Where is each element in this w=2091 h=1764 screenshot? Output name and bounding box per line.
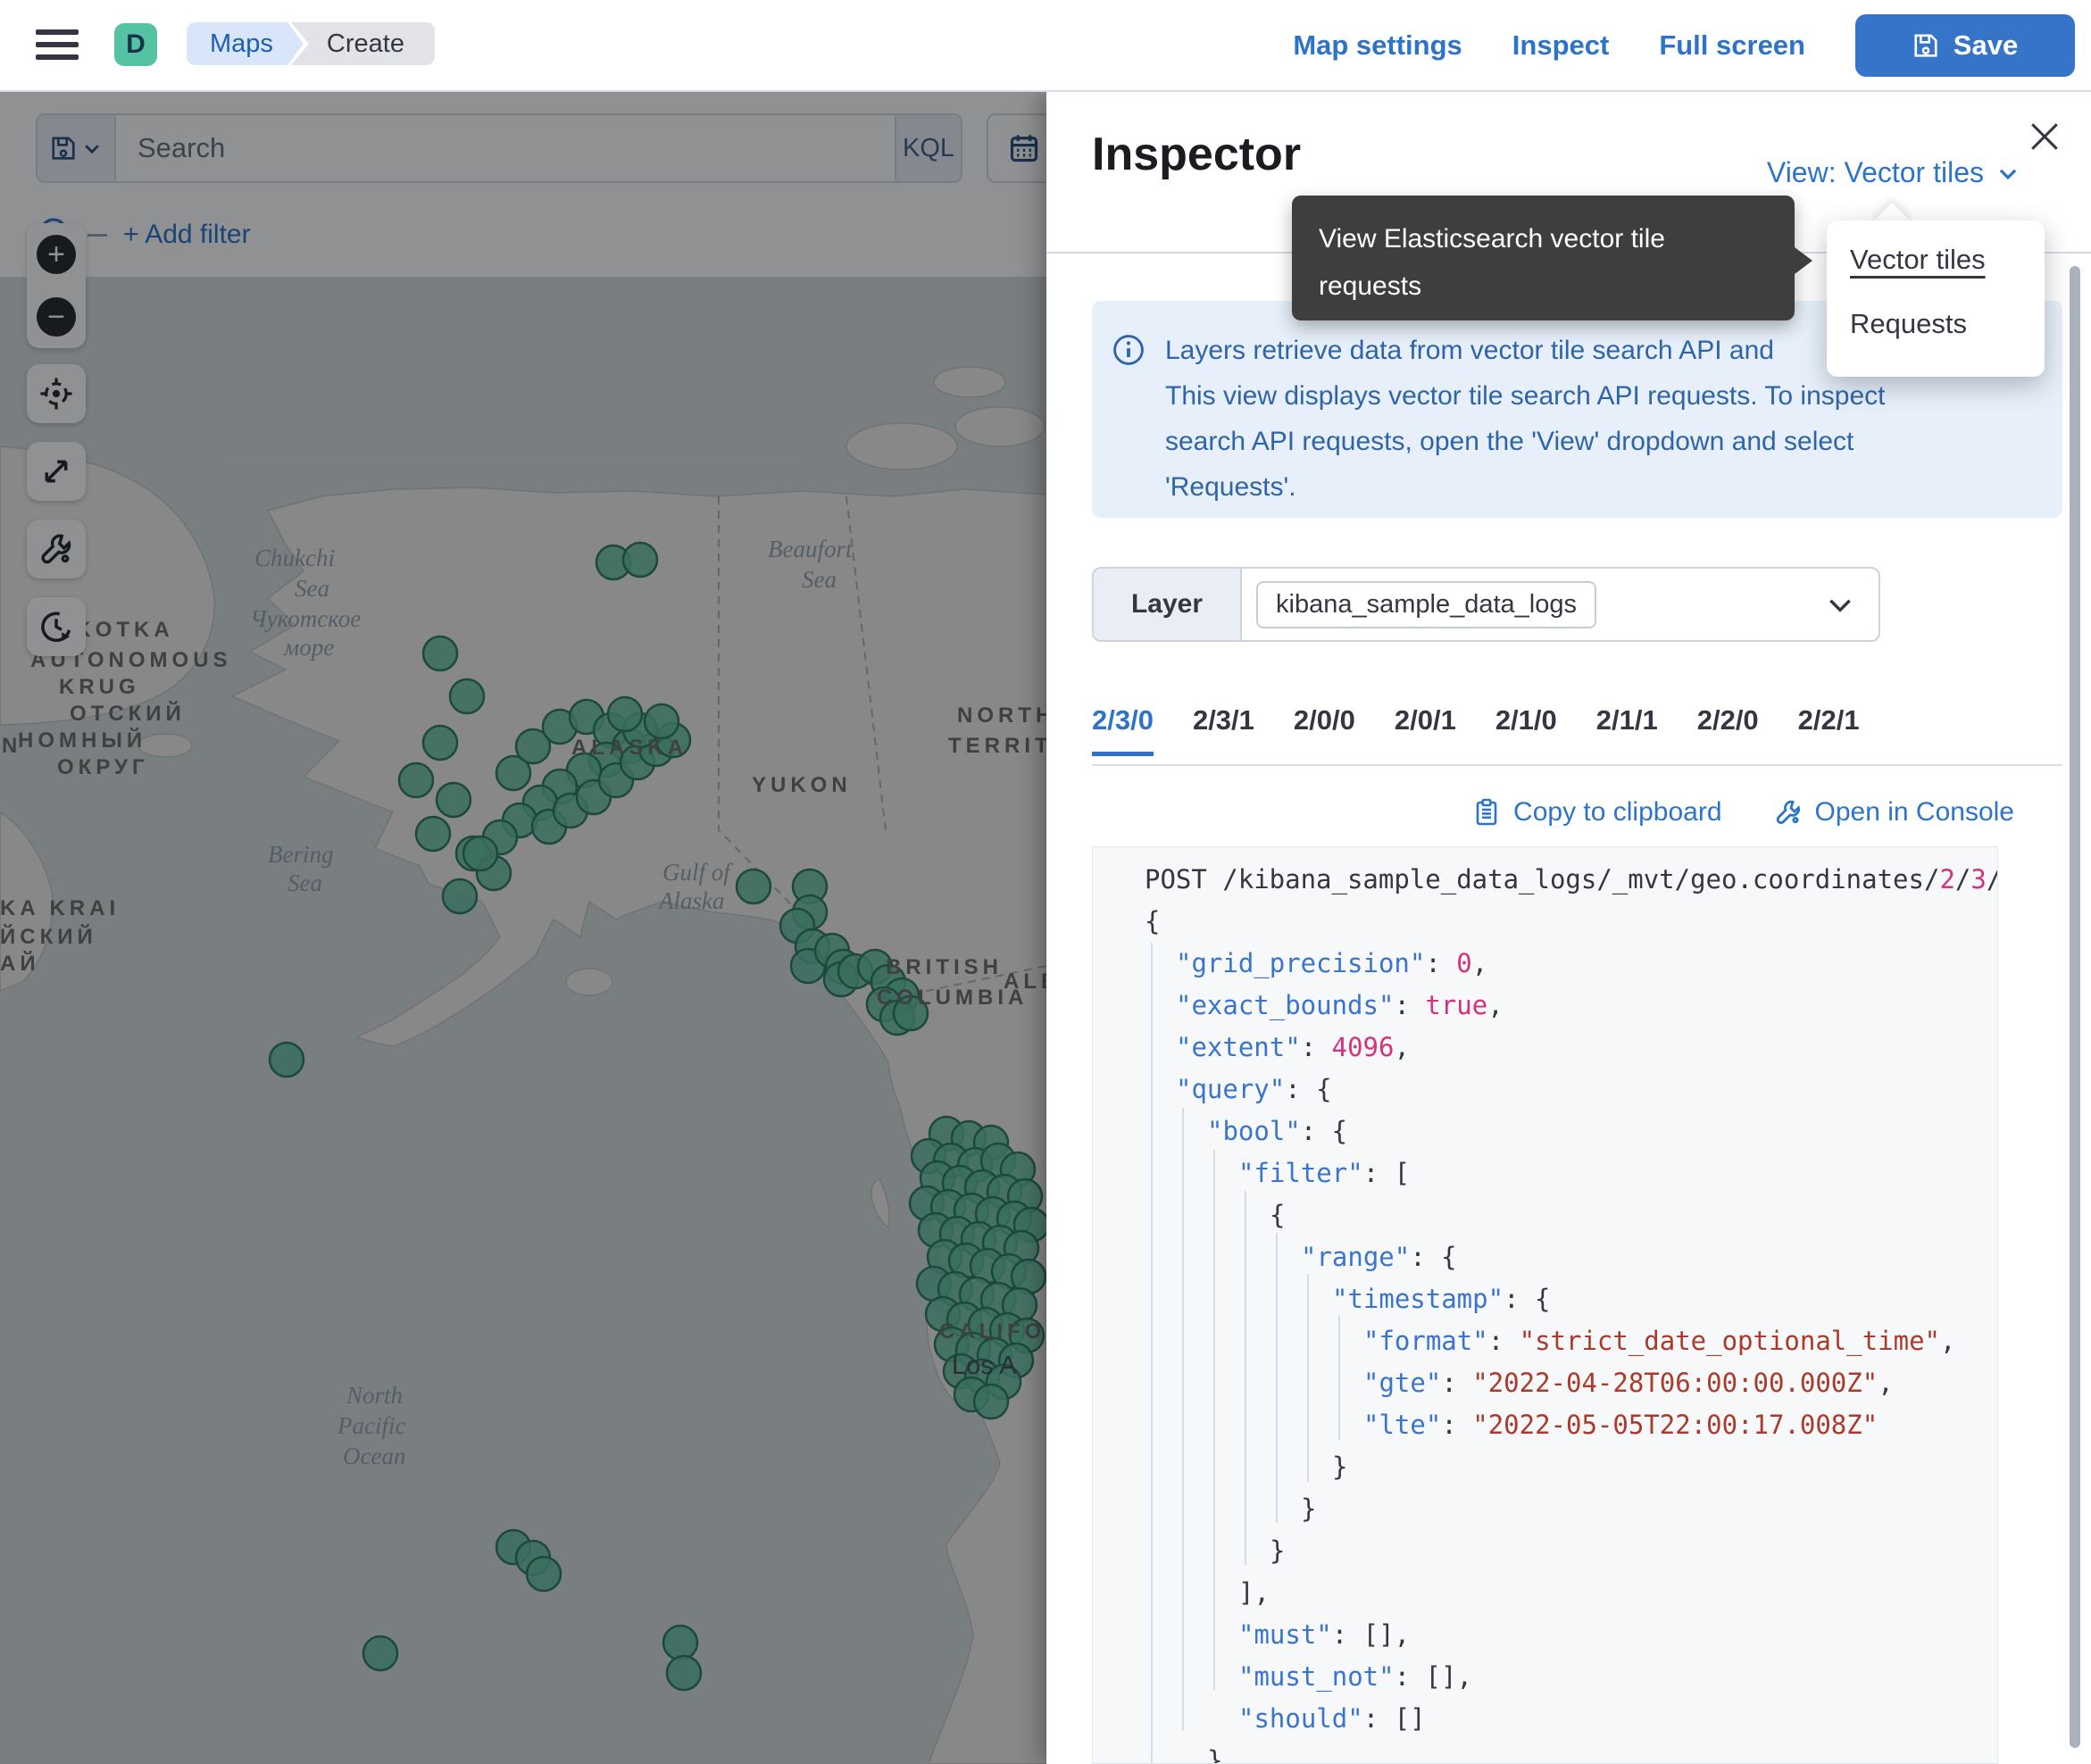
code-line: "format": "strict_date_optional_time", [1093, 1320, 1997, 1362]
code-line: "query": { [1093, 1069, 1997, 1111]
code-line: "must_not": [], [1093, 1656, 1997, 1698]
code-line: } [1093, 1740, 1997, 1764]
page-title: Inspector [1092, 128, 1301, 181]
request-tabs: 2/3/0 2/3/1 2/0/0 2/0/1 2/1/0 2/1/1 2/2/0 2/2/1 [1092, 704, 1860, 756]
copy-to-clipboard-button[interactable]: Copy to clipboard [1472, 797, 1721, 828]
code-line: ], [1093, 1572, 1997, 1614]
code-line: "lte": "2022-05-05T22:00:17.008Z" [1093, 1404, 1997, 1446]
wrench-icon [1774, 798, 1803, 827]
modal-overlay[interactable] [0, 92, 1046, 1764]
view-menu-popover: Vector tiles Requests [1827, 220, 2045, 377]
inspect-link[interactable]: Inspect [1512, 29, 1610, 62]
code-line: } [1093, 1446, 1997, 1488]
map-settings-link[interactable]: Map settings [1293, 29, 1462, 62]
code-line: "should": [] [1093, 1698, 1997, 1740]
code-line: "timestamp": { [1093, 1278, 1997, 1320]
code-line: POST /kibana_sample_data_logs/_mvt/geo.c… [1093, 859, 1997, 901]
tab-2/1/0[interactable]: 2/1/0 [1495, 704, 1557, 756]
app-header: D Maps Create Map settings Inspect Full … [0, 0, 2091, 92]
code-line: } [1093, 1530, 1997, 1572]
menu-item-requests[interactable]: Requests [1850, 308, 2045, 340]
avatar[interactable]: D [114, 23, 157, 66]
view-selector-dropdown[interactable]: View: Vector tiles [1767, 156, 2020, 189]
layer-select[interactable]: kibana_sample_data_logs [1242, 569, 1879, 640]
close-button[interactable] [2025, 117, 2064, 156]
layer-selector: Layer kibana_sample_data_logs [1092, 567, 1880, 642]
tab-2/1/1[interactable]: 2/1/1 [1596, 704, 1658, 756]
scrollbar[interactable] [2070, 266, 2080, 1748]
tab-2/3/0[interactable]: 2/3/0 [1092, 704, 1154, 756]
clipboard-icon [1472, 798, 1501, 827]
request-code-block[interactable]: POST /kibana_sample_data_logs/_mvt/geo.c… [1092, 846, 1998, 1764]
code-line: "must": [], [1093, 1614, 1997, 1656]
tab-2/3/1[interactable]: 2/3/1 [1193, 704, 1254, 756]
callout-text: Layers retrieve data from vector tile se… [1165, 328, 1885, 510]
tabs-baseline [1092, 764, 2062, 766]
open-in-console-button[interactable]: Open in Console [1774, 797, 2014, 828]
close-icon [2025, 117, 2064, 156]
tooltip-line: View Elasticsearch vector tile [1319, 215, 1795, 262]
breadcrumb-maps[interactable]: Maps [187, 22, 304, 65]
code-content: POST /kibana_sample_data_logs/_mvt/geo.c… [1093, 847, 1997, 1764]
chevron-down-icon [1996, 162, 2020, 185]
code-line: "gte": "2022-04-28T06:00:00.000Z", [1093, 1362, 1997, 1404]
tab-2/0/1[interactable]: 2/0/1 [1395, 704, 1456, 756]
layer-label: Layer [1094, 569, 1242, 640]
tab-2/0/0[interactable]: 2/0/0 [1294, 704, 1355, 756]
tab-2/2/0[interactable]: 2/2/0 [1697, 704, 1759, 756]
code-line: "bool": { [1093, 1111, 1997, 1152]
info-icon [1112, 333, 1145, 367]
code-line: "range": { [1093, 1236, 1997, 1278]
breadcrumb: Maps Create [187, 22, 435, 65]
full-screen-link[interactable]: Full screen [1659, 29, 1805, 62]
tooltip-arrow [1791, 245, 1812, 277]
code-line: "grid_precision": 0, [1093, 943, 1997, 985]
code-line: } [1093, 1488, 1997, 1530]
layer-value: kibana_sample_data_logs [1256, 581, 1596, 628]
code-line: { [1093, 901, 1997, 943]
view-tooltip: View Elasticsearch vector tilerequests [1292, 196, 1795, 320]
code-line: { [1093, 1194, 1997, 1236]
save-icon [1912, 32, 1939, 59]
save-button[interactable]: Save [1855, 14, 2075, 77]
tooltip-line: requests [1319, 262, 1795, 310]
menu-icon[interactable] [36, 29, 79, 63]
code-line: "extent": 4096, [1093, 1027, 1997, 1069]
code-line: "exact_bounds": true, [1093, 985, 1997, 1027]
breadcrumb-create[interactable]: Create [291, 22, 435, 65]
tab-2/2/1[interactable]: 2/2/1 [1798, 704, 1860, 756]
chevron-down-icon [1825, 589, 1855, 620]
menu-item-vector-tiles[interactable]: Vector tiles [1850, 244, 2045, 276]
code-line: "filter": [ [1093, 1152, 1997, 1194]
